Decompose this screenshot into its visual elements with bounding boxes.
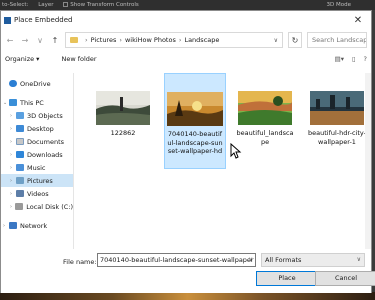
- image-thumbnail: [238, 91, 292, 125]
- documents-icon: [16, 138, 24, 145]
- up-button[interactable]: ↑: [50, 36, 60, 45]
- file-item[interactable]: beautiful_landscape: [234, 81, 296, 146]
- sidebar-item-local-disk[interactable]: › Local Disk (C:): [1, 200, 73, 213]
- sidebar-item-pictures[interactable]: › Pictures: [1, 174, 73, 187]
- sidebar-item-onedrive[interactable]: OneDrive: [1, 77, 73, 90]
- place-embedded-dialog: Place Embedded ✕ ← → ∨ ↑ › Pictures › wi…: [0, 10, 375, 293]
- address-bar[interactable]: › Pictures › wikiHow Photos › Landscape …: [65, 32, 283, 48]
- file-name: beautiful-hdr-city-wallpaper-1: [308, 129, 366, 146]
- downloads-icon: [16, 151, 24, 158]
- show-transform-label: Show Transform Controls: [70, 2, 139, 8]
- file-item-selected[interactable]: 7040140-beautiful-landscape-sunset-wallp…: [164, 73, 226, 169]
- sidebar-item-desktop[interactable]: › Desktop: [1, 122, 73, 135]
- pictures-icon: [16, 177, 24, 184]
- photoshop-icon: [4, 16, 11, 24]
- organize-button[interactable]: Organize ▾: [5, 55, 39, 63]
- computer-icon: [9, 99, 17, 106]
- sidebar-item-label: This PC: [20, 98, 44, 107]
- close-button[interactable]: ✕: [345, 11, 371, 29]
- sidebar-item-label: Pictures: [27, 176, 53, 185]
- sidebar-item-label: 3D Objects: [27, 111, 63, 120]
- new-folder-button[interactable]: New folder: [61, 55, 96, 63]
- command-toolbar: Organize ▾ New folder ▤▾ ▯ ?: [1, 51, 371, 67]
- canvas-image-strip: [0, 292, 375, 300]
- browser-body: OneDrive ⌄ This PC › 3D Objects › Desktop ›…: [1, 73, 371, 249]
- breadcrumb-pictures[interactable]: Pictures: [91, 36, 117, 44]
- help-icon[interactable]: ?: [364, 55, 367, 63]
- search-placeholder: Search Landscape: [312, 36, 367, 44]
- sidebar-item-label: Documents: [27, 137, 65, 146]
- cancel-button[interactable]: Cancel: [315, 271, 375, 286]
- sidebar-item-network[interactable]: › Network: [1, 219, 73, 232]
- file-item[interactable]: beautiful-hdr-city-wallpaper-1: [306, 81, 368, 146]
- search-input[interactable]: Search Landscape ⚲: [307, 32, 367, 48]
- view-options-icon[interactable]: ▤▾: [335, 55, 344, 63]
- sidebar-item-downloads[interactable]: › Downloads: [1, 148, 73, 161]
- file-name: beautiful_landscape: [236, 129, 294, 146]
- videos-icon: [16, 190, 24, 197]
- refresh-button[interactable]: ↻: [288, 32, 302, 48]
- navigation-bar: ← → ∨ ↑ › Pictures › wikiHow Photos › La…: [1, 29, 371, 51]
- sidebar-item-label: Local Disk (C:): [26, 202, 73, 211]
- file-name-field[interactable]: 7040140-beautiful-landscape-sunset-wallp…: [97, 253, 256, 267]
- disk-icon: [15, 203, 24, 210]
- dialog-footer: File name: 7040140-beautiful-landscape-s…: [1, 251, 375, 293]
- checkbox-icon: [63, 2, 69, 7]
- dialog-title: Place Embedded: [14, 16, 73, 24]
- place-button[interactable]: Place: [256, 271, 318, 286]
- mouse-pointer-icon: [230, 143, 242, 159]
- file-name: 7040140-beautiful-landscape-sunset-wallp…: [167, 130, 223, 155]
- file-name-label: File name:: [63, 258, 97, 266]
- forward-button[interactable]: →: [20, 36, 30, 45]
- sidebar-item-documents[interactable]: › Documents: [1, 135, 73, 148]
- chevron-right-icon: ›: [178, 36, 182, 44]
- sidebar-item-this-pc[interactable]: ⌄ This PC: [1, 96, 73, 109]
- sidebar-item-label: Downloads: [27, 150, 63, 159]
- file-type-select[interactable]: All Formats ∨: [261, 253, 365, 267]
- breadcrumb-wikihow-photos[interactable]: wikiHow Photos: [125, 36, 176, 44]
- sidebar-item-videos[interactable]: › Videos: [1, 187, 73, 200]
- image-thumbnail: [96, 91, 150, 125]
- layer-select[interactable]: Layer: [38, 2, 53, 8]
- vertical-scrollbar[interactable]: [365, 73, 371, 249]
- back-button[interactable]: ←: [5, 36, 15, 45]
- auto-select-label: to-Select:: [2, 2, 29, 8]
- image-thumbnail: [167, 92, 223, 126]
- folder-icon: [70, 37, 78, 43]
- chevron-down-icon[interactable]: ∨: [249, 254, 253, 266]
- chevron-down-icon[interactable]: ∨: [274, 37, 278, 44]
- file-name-value: 7040140-beautiful-landscape-sunset-wallp…: [100, 256, 254, 264]
- file-name: 122862: [110, 129, 136, 137]
- sidebar-item-label: Music: [27, 163, 46, 172]
- file-type-value: All Formats: [265, 256, 302, 264]
- chevron-right-icon: ›: [85, 36, 88, 44]
- recent-locations-button[interactable]: ∨: [35, 36, 45, 45]
- file-item[interactable]: 122862: [92, 81, 154, 138]
- 3d-objects-icon: [16, 112, 24, 119]
- sidebar-item-3d-objects[interactable]: › 3D Objects: [1, 109, 73, 122]
- dialog-titlebar: Place Embedded ✕: [1, 11, 371, 29]
- sidebar-item-label: Desktop: [27, 124, 54, 133]
- navigation-pane: OneDrive ⌄ This PC › 3D Objects › Desktop ›…: [1, 73, 74, 249]
- image-thumbnail: [310, 91, 364, 125]
- sidebar-item-music[interactable]: › Music: [1, 161, 73, 174]
- music-icon: [16, 164, 24, 171]
- network-icon: [9, 222, 17, 229]
- show-transform-controls[interactable]: Show Transform Controls: [63, 2, 146, 8]
- chevron-right-icon: ›: [119, 36, 122, 44]
- mode-3d-label: 3D Mode: [326, 2, 351, 8]
- sidebar-item-label: Network: [20, 221, 48, 230]
- photoshop-options-bar: to-Select: Layer Show Transform Controls…: [0, 0, 375, 10]
- sidebar-item-label: OneDrive: [20, 79, 51, 88]
- desktop-icon: [16, 125, 24, 132]
- breadcrumb-landscape[interactable]: Landscape: [184, 36, 219, 44]
- cloud-icon: [9, 80, 17, 87]
- file-list: 122862 7040140-beautiful-landscape-sunse…: [74, 73, 371, 249]
- chevron-down-icon: ∨: [356, 256, 361, 263]
- preview-pane-icon[interactable]: ▯: [352, 55, 356, 63]
- sidebar-item-label: Videos: [27, 189, 49, 198]
